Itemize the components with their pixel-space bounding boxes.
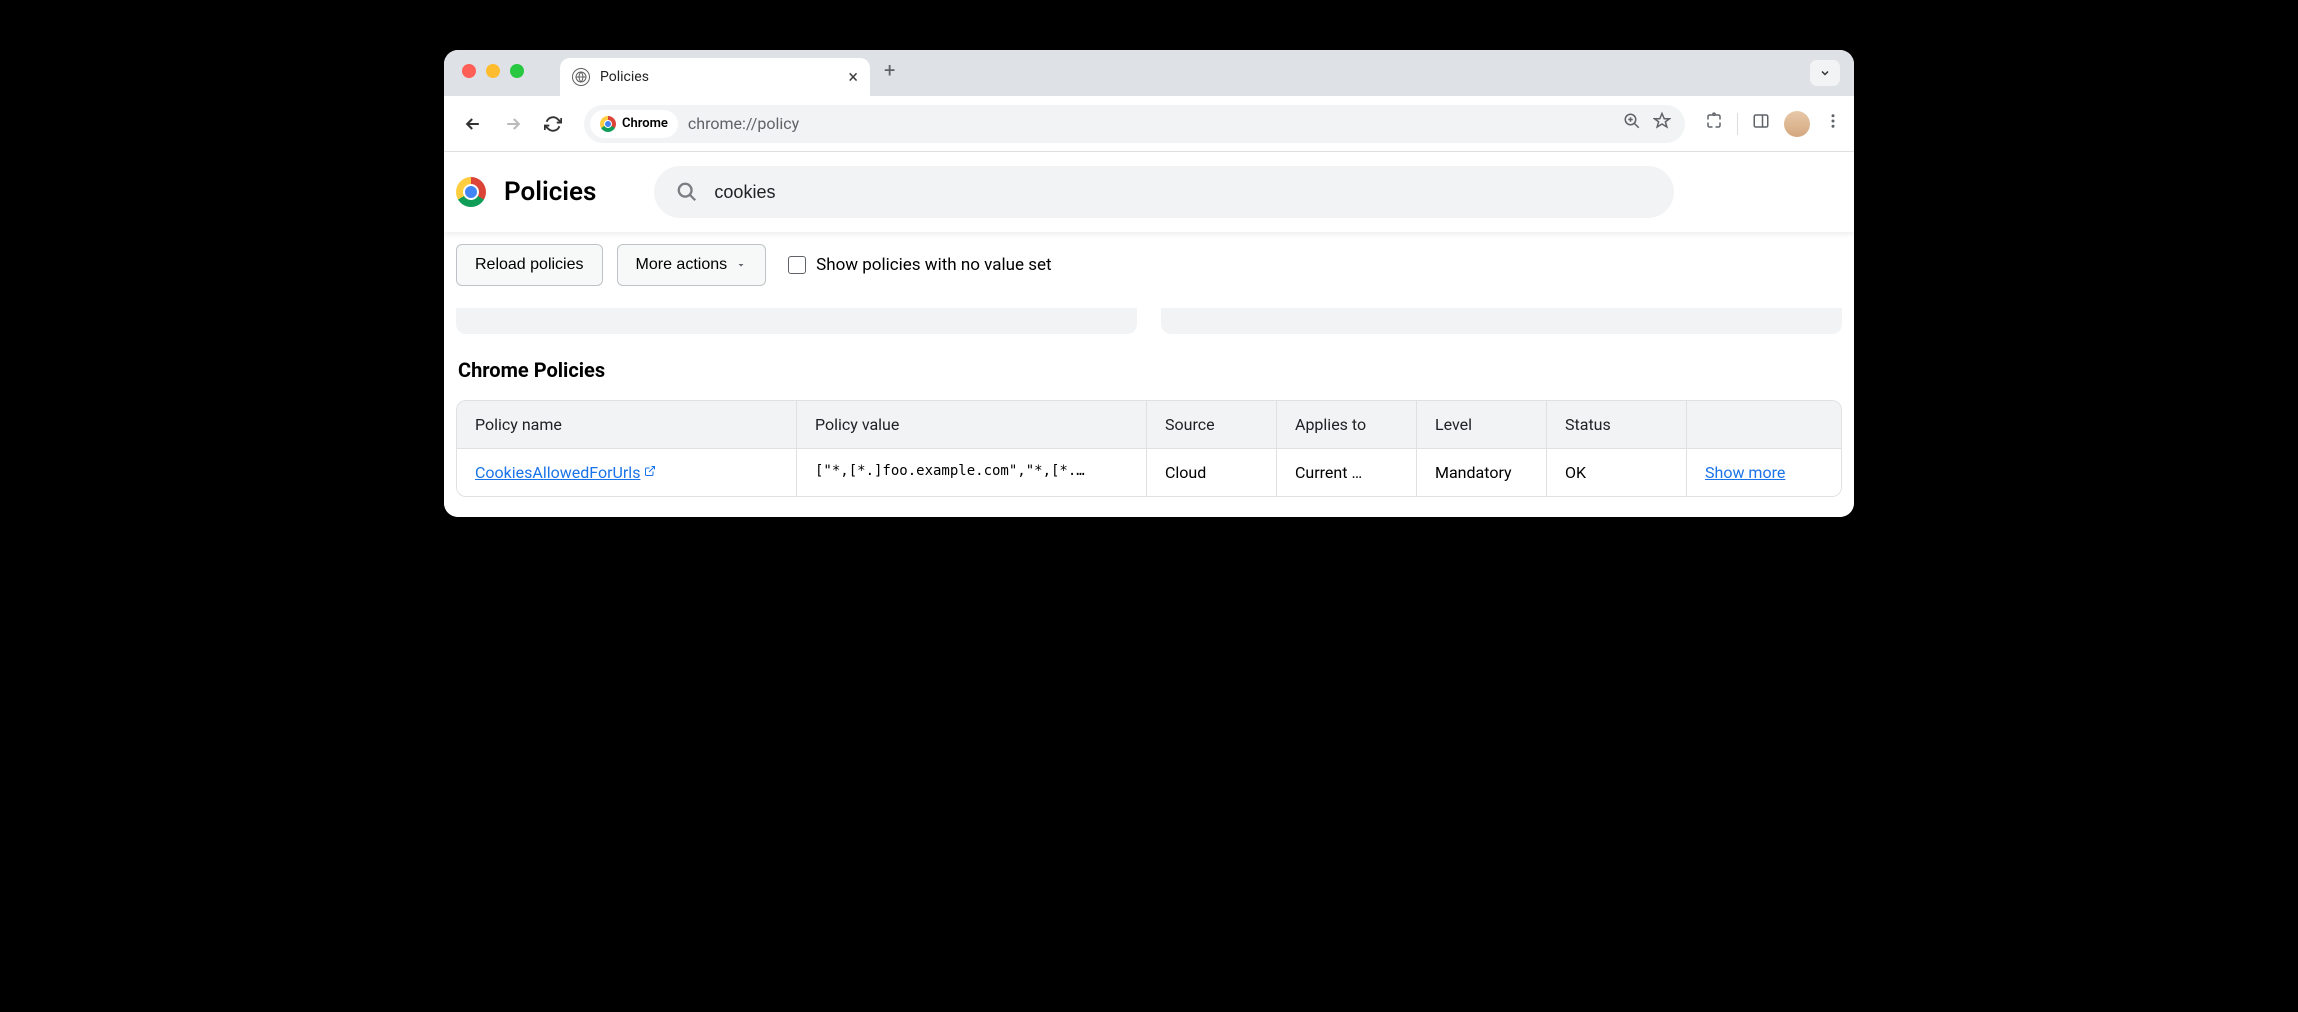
window-controls	[462, 64, 524, 78]
show-empty-policies-toggle[interactable]: Show policies with no value set	[788, 255, 1052, 275]
external-link-icon	[644, 465, 656, 481]
th-policy-name: Policy name	[457, 401, 797, 448]
extensions-icon[interactable]	[1705, 112, 1723, 135]
policy-name-text: CookiesAllowedForUrls	[475, 463, 640, 482]
more-actions-label: More actions	[636, 256, 728, 274]
tab-overflow-button[interactable]	[1810, 60, 1840, 86]
cell-policy-value: ["*,[*.]foo.example.com","*,[*.…	[797, 449, 1147, 496]
section-title: Chrome Policies	[458, 358, 1842, 382]
profile-avatar[interactable]	[1784, 111, 1810, 137]
cell-policy-name: CookiesAllowedForUrls	[457, 449, 797, 496]
divider	[1737, 113, 1738, 135]
cell-action: Show more	[1687, 449, 1827, 496]
new-tab-button[interactable]: +	[884, 58, 895, 82]
back-button[interactable]	[456, 107, 490, 141]
cell-applies: Current …	[1277, 449, 1417, 496]
chip-label: Chrome	[622, 116, 668, 131]
url-text: chrome://policy	[688, 114, 799, 133]
site-chip[interactable]: Chrome	[590, 110, 678, 138]
th-source: Source	[1147, 401, 1277, 448]
tab-title: Policies	[600, 69, 838, 85]
chrome-logo-icon	[456, 177, 486, 207]
show-more-link[interactable]: Show more	[1705, 463, 1785, 482]
info-card	[1161, 308, 1842, 334]
th-policy-value: Policy value	[797, 401, 1147, 448]
table-header: Policy name Policy value Source Applies …	[457, 401, 1841, 448]
reload-policies-label: Reload policies	[475, 256, 584, 274]
side-panel-icon[interactable]	[1752, 112, 1770, 135]
bookmark-icon[interactable]	[1653, 112, 1671, 135]
forward-button[interactable]	[496, 107, 530, 141]
browser-window: Policies × + Chrome chrome://policy	[444, 50, 1854, 517]
browser-toolbar: Chrome chrome://policy	[444, 96, 1854, 152]
page-header: Policies	[444, 152, 1854, 232]
cell-status: OK	[1547, 449, 1687, 496]
checkbox-label: Show policies with no value set	[816, 255, 1052, 275]
globe-icon	[572, 68, 590, 86]
page-title: Policies	[504, 177, 596, 207]
action-bar: Reload policies More actions Show polici…	[444, 232, 1854, 304]
maximize-window-button[interactable]	[510, 64, 524, 78]
chrome-icon	[600, 116, 616, 132]
close-tab-icon[interactable]: ×	[848, 67, 858, 88]
title-bar: Policies × +	[444, 50, 1854, 96]
policy-search-input[interactable]	[714, 182, 1652, 203]
cell-source: Cloud	[1147, 449, 1277, 496]
info-card	[456, 308, 1137, 334]
th-action	[1687, 401, 1827, 448]
reload-button[interactable]	[536, 107, 570, 141]
reload-policies-button[interactable]: Reload policies	[456, 244, 603, 286]
policy-search-box[interactable]	[654, 166, 1674, 218]
dropdown-icon	[735, 259, 747, 271]
minimize-window-button[interactable]	[486, 64, 500, 78]
policy-name-link[interactable]: CookiesAllowedForUrls	[475, 463, 656, 482]
th-applies: Applies to	[1277, 401, 1417, 448]
zoom-icon[interactable]	[1623, 112, 1641, 135]
policy-table: Policy name Policy value Source Applies …	[456, 400, 1842, 497]
more-actions-button[interactable]: More actions	[617, 244, 767, 286]
th-status: Status	[1547, 401, 1687, 448]
th-level: Level	[1417, 401, 1547, 448]
search-icon	[676, 181, 698, 203]
table-row: CookiesAllowedForUrls ["*,[*.]foo.exampl…	[457, 448, 1841, 496]
close-window-button[interactable]	[462, 64, 476, 78]
cell-level: Mandatory	[1417, 449, 1547, 496]
checkbox[interactable]	[788, 256, 806, 274]
menu-icon[interactable]	[1824, 112, 1842, 135]
address-bar[interactable]: Chrome chrome://policy	[584, 105, 1685, 143]
info-cards	[456, 308, 1842, 334]
browser-tab[interactable]: Policies ×	[560, 58, 870, 96]
page-content: Chrome Policies Policy name Policy value…	[444, 304, 1854, 517]
